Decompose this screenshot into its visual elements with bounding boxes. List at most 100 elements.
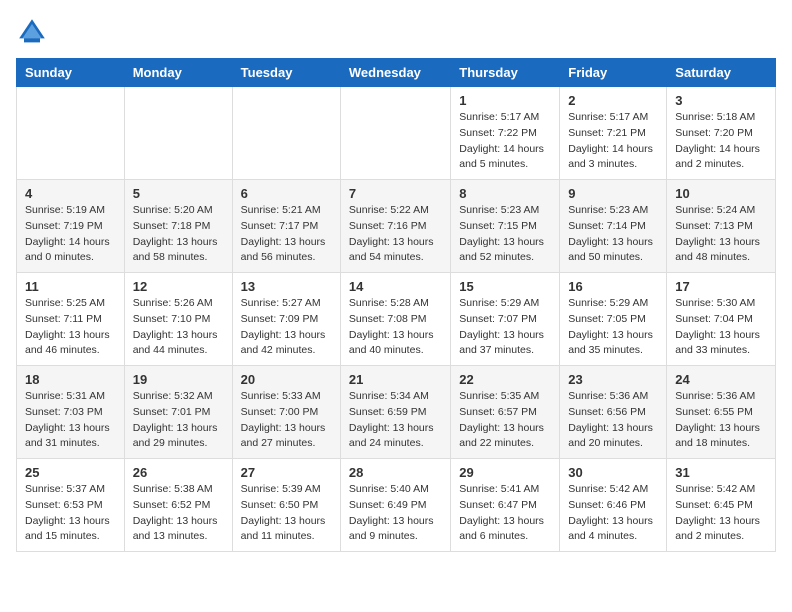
day-number: 31 <box>675 465 767 480</box>
day-info: Sunrise: 5:18 AMSunset: 7:20 PMDaylight:… <box>675 110 767 173</box>
week-row-2: 4 Sunrise: 5:19 AMSunset: 7:19 PMDaylight… <box>17 180 776 273</box>
week-row-1: 1 Sunrise: 5:17 AMSunset: 7:22 PMDaylight… <box>17 87 776 180</box>
day-number: 27 <box>241 465 332 480</box>
day-info: Sunrise: 5:34 AMSunset: 6:59 PMDaylight:… <box>349 389 442 452</box>
day-number: 16 <box>568 279 658 294</box>
day-info: Sunrise: 5:17 AMSunset: 7:21 PMDaylight:… <box>568 110 658 173</box>
day-number: 12 <box>133 279 224 294</box>
day-info: Sunrise: 5:20 AMSunset: 7:18 PMDaylight:… <box>133 203 224 266</box>
day-cell: 29Sunrise: 5:41 AMSunset: 6:47 PMDayligh… <box>451 459 560 552</box>
day-cell: 8 Sunrise: 5:23 AMSunset: 7:15 PMDaylight… <box>451 180 560 273</box>
day-cell: 24Sunrise: 5:36 AMSunset: 6:55 PMDayligh… <box>667 366 776 459</box>
week-row-4: 18 Sunrise: 5:31 AMSunset: 7:03 PMDayligh… <box>17 366 776 459</box>
day-info: Sunrise: 5:42 AMSunset: 6:45 PMDaylight:… <box>675 482 767 545</box>
day-number: 14 <box>349 279 442 294</box>
day-cell: 25 Sunrise: 5:37 AMSunset: 6:53 PMDayligh… <box>17 459 125 552</box>
day-info: Sunrise: 5:24 AMSunset: 7:13 PMDaylight:… <box>675 203 767 266</box>
day-number: 25 <box>25 465 116 480</box>
day-info: Sunrise: 5:25 AMSunset: 7:11 PMDaylight:… <box>25 296 116 359</box>
day-info: Sunrise: 5:41 AMSunset: 6:47 PMDaylight:… <box>459 482 551 545</box>
day-number: 15 <box>459 279 551 294</box>
col-header-friday: Friday <box>560 59 667 87</box>
day-number: 9 <box>568 186 658 201</box>
day-number: 30 <box>568 465 658 480</box>
day-cell: 2Sunrise: 5:17 AMSunset: 7:21 PMDaylight… <box>560 87 667 180</box>
day-cell: 28 Sunrise: 5:40 AMSunset: 6:49 PMDayligh… <box>340 459 450 552</box>
page-header <box>16 16 776 48</box>
day-cell <box>232 87 340 180</box>
day-number: 18 <box>25 372 116 387</box>
day-number: 24 <box>675 372 767 387</box>
calendar-body: 1 Sunrise: 5:17 AMSunset: 7:22 PMDaylight… <box>17 87 776 552</box>
week-row-5: 25 Sunrise: 5:37 AMSunset: 6:53 PMDayligh… <box>17 459 776 552</box>
day-cell: 14 Sunrise: 5:28 AMSunset: 7:08 PMDayligh… <box>340 273 450 366</box>
day-cell: 20 Sunrise: 5:33 AMSunset: 7:00 PMDayligh… <box>232 366 340 459</box>
day-number: 17 <box>675 279 767 294</box>
col-header-sunday: Sunday <box>17 59 125 87</box>
col-header-saturday: Saturday <box>667 59 776 87</box>
day-cell: 1 Sunrise: 5:17 AMSunset: 7:22 PMDaylight… <box>451 87 560 180</box>
day-number: 13 <box>241 279 332 294</box>
day-cell: 21 Sunrise: 5:34 AMSunset: 6:59 PMDayligh… <box>340 366 450 459</box>
day-info: Sunrise: 5:37 AMSunset: 6:53 PMDaylight:… <box>25 482 116 545</box>
calendar-header-row: SundayMondayTuesdayWednesdayThursdayFrid… <box>17 59 776 87</box>
day-cell <box>124 87 232 180</box>
day-cell: 6Sunrise: 5:21 AMSunset: 7:17 PMDaylight… <box>232 180 340 273</box>
day-info: Sunrise: 5:23 AMSunset: 7:15 PMDaylight:… <box>459 203 551 266</box>
day-info: Sunrise: 5:29 AMSunset: 7:07 PMDaylight:… <box>459 296 551 359</box>
day-number: 20 <box>241 372 332 387</box>
col-header-wednesday: Wednesday <box>340 59 450 87</box>
day-number: 26 <box>133 465 224 480</box>
logo-icon <box>16 16 48 48</box>
day-number: 19 <box>133 372 224 387</box>
day-info: Sunrise: 5:26 AMSunset: 7:10 PMDaylight:… <box>133 296 224 359</box>
day-cell: 22Sunrise: 5:35 AMSunset: 6:57 PMDayligh… <box>451 366 560 459</box>
day-info: Sunrise: 5:30 AMSunset: 7:04 PMDaylight:… <box>675 296 767 359</box>
day-number: 1 <box>459 93 551 108</box>
day-number: 6 <box>241 186 332 201</box>
col-header-thursday: Thursday <box>451 59 560 87</box>
day-cell: 4 Sunrise: 5:19 AMSunset: 7:19 PMDaylight… <box>17 180 125 273</box>
day-cell: 19 Sunrise: 5:32 AMSunset: 7:01 PMDayligh… <box>124 366 232 459</box>
calendar-header: SundayMondayTuesdayWednesdayThursdayFrid… <box>17 59 776 87</box>
day-cell: 7 Sunrise: 5:22 AMSunset: 7:16 PMDaylight… <box>340 180 450 273</box>
day-number: 7 <box>349 186 442 201</box>
day-number: 11 <box>25 279 116 294</box>
day-number: 21 <box>349 372 442 387</box>
col-header-monday: Monday <box>124 59 232 87</box>
calendar-table: SundayMondayTuesdayWednesdayThursdayFrid… <box>16 58 776 552</box>
day-info: Sunrise: 5:39 AMSunset: 6:50 PMDaylight:… <box>241 482 332 545</box>
day-info: Sunrise: 5:22 AMSunset: 7:16 PMDaylight:… <box>349 203 442 266</box>
day-info: Sunrise: 5:36 AMSunset: 6:56 PMDaylight:… <box>568 389 658 452</box>
day-cell: 10Sunrise: 5:24 AMSunset: 7:13 PMDayligh… <box>667 180 776 273</box>
day-info: Sunrise: 5:38 AMSunset: 6:52 PMDaylight:… <box>133 482 224 545</box>
day-number: 28 <box>349 465 442 480</box>
day-info: Sunrise: 5:33 AMSunset: 7:00 PMDaylight:… <box>241 389 332 452</box>
day-info: Sunrise: 5:19 AMSunset: 7:19 PMDaylight:… <box>25 203 116 266</box>
day-info: Sunrise: 5:17 AMSunset: 7:22 PMDaylight:… <box>459 110 551 173</box>
day-cell: 5 Sunrise: 5:20 AMSunset: 7:18 PMDaylight… <box>124 180 232 273</box>
day-info: Sunrise: 5:32 AMSunset: 7:01 PMDaylight:… <box>133 389 224 452</box>
logo <box>16 16 52 48</box>
day-cell: 26 Sunrise: 5:38 AMSunset: 6:52 PMDayligh… <box>124 459 232 552</box>
day-cell: 12 Sunrise: 5:26 AMSunset: 7:10 PMDayligh… <box>124 273 232 366</box>
day-info: Sunrise: 5:31 AMSunset: 7:03 PMDaylight:… <box>25 389 116 452</box>
day-info: Sunrise: 5:35 AMSunset: 6:57 PMDaylight:… <box>459 389 551 452</box>
day-cell: 23 Sunrise: 5:36 AMSunset: 6:56 PMDayligh… <box>560 366 667 459</box>
day-info: Sunrise: 5:29 AMSunset: 7:05 PMDaylight:… <box>568 296 658 359</box>
day-number: 4 <box>25 186 116 201</box>
day-number: 23 <box>568 372 658 387</box>
day-cell: 13Sunrise: 5:27 AMSunset: 7:09 PMDayligh… <box>232 273 340 366</box>
day-info: Sunrise: 5:23 AMSunset: 7:14 PMDaylight:… <box>568 203 658 266</box>
week-row-3: 11 Sunrise: 5:25 AMSunset: 7:11 PMDayligh… <box>17 273 776 366</box>
day-cell: 18 Sunrise: 5:31 AMSunset: 7:03 PMDayligh… <box>17 366 125 459</box>
day-number: 5 <box>133 186 224 201</box>
day-number: 8 <box>459 186 551 201</box>
day-cell: 11 Sunrise: 5:25 AMSunset: 7:11 PMDayligh… <box>17 273 125 366</box>
day-cell: 17 Sunrise: 5:30 AMSunset: 7:04 PMDayligh… <box>667 273 776 366</box>
day-cell: 31 Sunrise: 5:42 AMSunset: 6:45 PMDayligh… <box>667 459 776 552</box>
day-cell <box>17 87 125 180</box>
day-info: Sunrise: 5:40 AMSunset: 6:49 PMDaylight:… <box>349 482 442 545</box>
day-cell: 3Sunrise: 5:18 AMSunset: 7:20 PMDaylight… <box>667 87 776 180</box>
day-info: Sunrise: 5:28 AMSunset: 7:08 PMDaylight:… <box>349 296 442 359</box>
